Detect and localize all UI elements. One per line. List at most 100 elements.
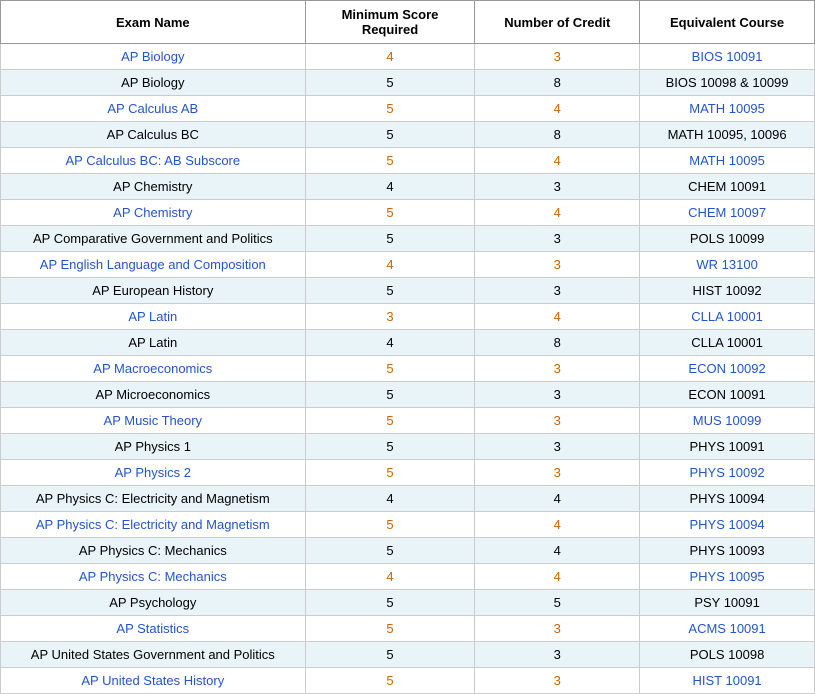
credits: 4: [475, 96, 640, 122]
table-row: AP Latin34CLLA 10001: [1, 304, 815, 330]
min-score: 5: [305, 538, 475, 564]
min-score: 5: [305, 668, 475, 694]
credits: 4: [475, 200, 640, 226]
credits: 3: [475, 356, 640, 382]
exam-name: AP Calculus BC: AB Subscore: [1, 148, 306, 174]
credits: 4: [475, 564, 640, 590]
min-score: 4: [305, 330, 475, 356]
min-score: 5: [305, 96, 475, 122]
credits: 4: [475, 512, 640, 538]
exam-name: AP Physics C: Mechanics: [1, 538, 306, 564]
min-score: 4: [305, 486, 475, 512]
equiv-course: PHYS 10091: [640, 434, 815, 460]
table-row: AP Music Theory53MUS 10099: [1, 408, 815, 434]
header-credits: Number of Credit: [475, 1, 640, 44]
min-score: 5: [305, 148, 475, 174]
credits: 8: [475, 122, 640, 148]
equiv-course: CLLA 10001: [640, 304, 815, 330]
equiv-course: PSY 10091: [640, 590, 815, 616]
equiv-course: CHEM 10097: [640, 200, 815, 226]
exam-name: AP Microeconomics: [1, 382, 306, 408]
min-score: 5: [305, 460, 475, 486]
min-score: 5: [305, 226, 475, 252]
table-row: AP European History53HIST 10092: [1, 278, 815, 304]
table-row: AP Physics C: Electricity and Magnetism5…: [1, 512, 815, 538]
exam-name: AP Physics C: Electricity and Magnetism: [1, 512, 306, 538]
equiv-course: BIOS 10091: [640, 44, 815, 70]
credits: 3: [475, 252, 640, 278]
min-score: 3: [305, 304, 475, 330]
exam-name: AP Latin: [1, 304, 306, 330]
min-score: 5: [305, 512, 475, 538]
table-row: AP Physics C: Mechanics44PHYS 10095: [1, 564, 815, 590]
exam-name: AP United States History: [1, 668, 306, 694]
credits: 4: [475, 304, 640, 330]
equiv-course: WR 13100: [640, 252, 815, 278]
table-row: AP Statistics53ACMS 10091: [1, 616, 815, 642]
min-score: 5: [305, 408, 475, 434]
credits: 3: [475, 174, 640, 200]
credits: 4: [475, 486, 640, 512]
equiv-course: POLS 10098: [640, 642, 815, 668]
min-score: 5: [305, 356, 475, 382]
header-exam: Exam Name: [1, 1, 306, 44]
min-score: 4: [305, 564, 475, 590]
table-row: AP English Language and Composition43WR …: [1, 252, 815, 278]
equiv-course: CHEM 10091: [640, 174, 815, 200]
table-row: AP Latin48CLLA 10001: [1, 330, 815, 356]
credits: 3: [475, 226, 640, 252]
min-score: 5: [305, 70, 475, 96]
exam-name: AP European History: [1, 278, 306, 304]
credits: 8: [475, 70, 640, 96]
exam-name: AP Chemistry: [1, 174, 306, 200]
table-row: AP Comparative Government and Politics53…: [1, 226, 815, 252]
equiv-course: PHYS 10094: [640, 486, 815, 512]
equiv-course: ACMS 10091: [640, 616, 815, 642]
exam-name: AP Biology: [1, 44, 306, 70]
table-row: AP Calculus BC58MATH 10095, 10096: [1, 122, 815, 148]
credits: 3: [475, 278, 640, 304]
table-row: AP Biology58BIOS 10098 & 10099: [1, 70, 815, 96]
credits: 4: [475, 148, 640, 174]
header-min-score: Minimum Score Required: [305, 1, 475, 44]
credits: 3: [475, 460, 640, 486]
min-score: 5: [305, 122, 475, 148]
equiv-course: CLLA 10001: [640, 330, 815, 356]
min-score: 5: [305, 434, 475, 460]
table-row: AP Chemistry43CHEM 10091: [1, 174, 815, 200]
min-score: 5: [305, 200, 475, 226]
equiv-course: MATH 10095, 10096: [640, 122, 815, 148]
equiv-course: ECON 10092: [640, 356, 815, 382]
min-score: 5: [305, 278, 475, 304]
exam-name: AP Latin: [1, 330, 306, 356]
min-score: 4: [305, 44, 475, 70]
min-score: 4: [305, 174, 475, 200]
exam-name: AP Comparative Government and Politics: [1, 226, 306, 252]
credits: 3: [475, 434, 640, 460]
table-row: AP Physics C: Mechanics54PHYS 10093: [1, 538, 815, 564]
min-score: 4: [305, 252, 475, 278]
table-row: AP Biology43BIOS 10091: [1, 44, 815, 70]
exam-name: AP Physics C: Electricity and Magnetism: [1, 486, 306, 512]
ap-credits-table: Exam Name Minimum Score Required Number …: [0, 0, 815, 694]
table-row: AP Physics C: Electricity and Magnetism4…: [1, 486, 815, 512]
equiv-course: POLS 10099: [640, 226, 815, 252]
credits: 3: [475, 642, 640, 668]
credits: 8: [475, 330, 640, 356]
equiv-course: HIST 10091: [640, 668, 815, 694]
exam-name: AP Chemistry: [1, 200, 306, 226]
table-row: AP Psychology55PSY 10091: [1, 590, 815, 616]
table-row: AP United States History53HIST 10091: [1, 668, 815, 694]
table-row: AP Macroeconomics53ECON 10092: [1, 356, 815, 382]
equiv-course: HIST 10092: [640, 278, 815, 304]
min-score: 5: [305, 616, 475, 642]
equiv-course: PHYS 10094: [640, 512, 815, 538]
exam-name: AP United States Government and Politics: [1, 642, 306, 668]
table-row: AP Physics 153PHYS 10091: [1, 434, 815, 460]
equiv-course: PHYS 10093: [640, 538, 815, 564]
equiv-course: ECON 10091: [640, 382, 815, 408]
min-score: 5: [305, 382, 475, 408]
table-row: AP Chemistry54CHEM 10097: [1, 200, 815, 226]
credits: 3: [475, 382, 640, 408]
exam-name: AP Physics 1: [1, 434, 306, 460]
